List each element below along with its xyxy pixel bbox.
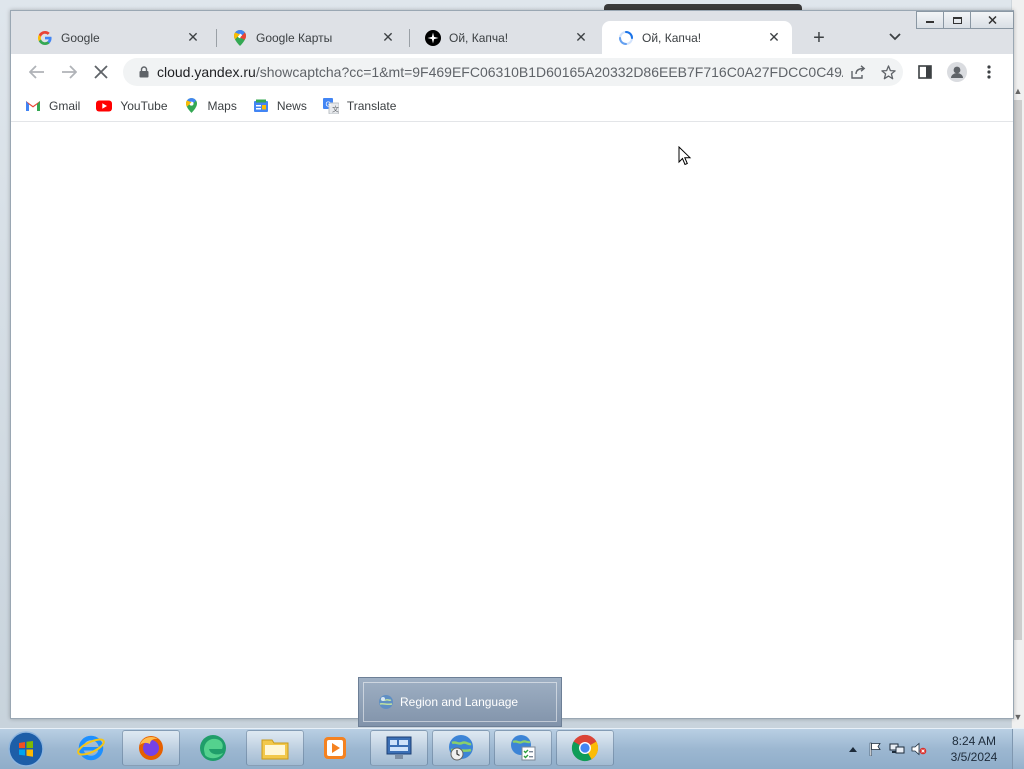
profile-avatar-icon[interactable] <box>945 60 969 84</box>
address-bar[interactable]: cloud.yandex.ru/showcaptcha?cc=1&mt=9F46… <box>123 58 903 86</box>
tab-close-icon[interactable]: ✕ <box>573 29 589 46</box>
tab-google[interactable]: Google ✕ <box>21 21 211 54</box>
taskbar-thumbnail-popup[interactable]: Region and Language <box>358 677 562 727</box>
network-icon[interactable] <box>886 739 908 759</box>
url-text[interactable]: cloud.yandex.ru/showcaptcha?cc=1&mt=9F46… <box>157 64 843 80</box>
loading-spinner-icon <box>618 30 634 46</box>
gmail-icon <box>25 98 41 114</box>
yandex-star-icon <box>425 29 441 46</box>
media-player-icon <box>324 737 346 759</box>
scrollbar-thumb[interactable] <box>1014 100 1022 640</box>
system-clock[interactable]: 8:24 AM 3/5/2024 <box>940 733 1008 765</box>
bookmark-label: YouTube <box>120 98 168 113</box>
url-path: /showcaptcha?cc=1&mt=9F469EFC06310B1D601… <box>255 64 843 80</box>
taskbar-edge[interactable] <box>184 730 242 766</box>
tab-strip: Google ✕ Google Карты ✕ Ой, Капча! ✕ Ой, <box>11 11 1014 54</box>
bookmark-star-icon[interactable] <box>873 64 903 80</box>
popup-inner: Region and Language <box>363 682 557 722</box>
maps-pin-icon <box>232 29 248 46</box>
restore-button[interactable] <box>943 11 971 29</box>
folder-icon <box>261 739 289 760</box>
bookmark-news[interactable]: News <box>253 98 307 114</box>
bookmark-gmail[interactable]: Gmail <box>25 98 80 114</box>
google-g-icon <box>37 30 53 46</box>
tab-close-icon[interactable]: ✕ <box>766 29 782 46</box>
system-tray <box>842 729 930 769</box>
chrome-window: Google ✕ Google Карты ✕ Ой, Капча! ✕ Ой, <box>10 10 1014 719</box>
side-panel-icon[interactable] <box>913 60 937 84</box>
taskbar-chrome[interactable] <box>556 730 614 766</box>
scroll-down-arrow-icon[interactable]: ▼ <box>1013 712 1023 724</box>
bookmark-label: Gmail <box>49 98 81 113</box>
windows-taskbar: 8:24 AM 3/5/2024 <box>0 728 1024 769</box>
news-icon <box>253 98 269 114</box>
globe-checklist-icon <box>511 735 536 761</box>
tab-captcha-2-active[interactable]: Ой, Капча! ✕ <box>602 21 792 54</box>
taskbar-internet-explorer[interactable] <box>62 730 120 766</box>
tab-captcha-1[interactable]: Ой, Капча! ✕ <box>409 21 599 54</box>
tab-close-icon[interactable]: ✕ <box>380 29 396 46</box>
globe-clock-icon <box>449 735 473 761</box>
browser-toolbar: cloud.yandex.ru/showcaptcha?cc=1&mt=9F46… <box>11 54 1013 90</box>
bookmark-youtube[interactable]: YouTube <box>96 98 168 114</box>
stop-loading-button[interactable] <box>89 60 113 84</box>
new-tab-button[interactable]: + <box>807 26 831 50</box>
tab-title: Ой, Капча! <box>449 30 509 45</box>
clock-time: 8:24 AM <box>951 734 997 748</box>
show-desktop-button[interactable] <box>1012 729 1024 769</box>
show-hidden-icons-arrow-icon[interactable] <box>842 739 864 759</box>
lock-icon[interactable] <box>131 66 157 78</box>
taskbar-control-panel[interactable] <box>370 730 428 766</box>
window-controls <box>916 11 1014 29</box>
forward-button[interactable] <box>57 60 81 84</box>
clock-date: 3/5/2024 <box>950 750 998 764</box>
maps-pin-icon <box>184 98 200 114</box>
taskbar-file-explorer[interactable] <box>246 730 304 766</box>
control-panel-icon <box>386 736 412 759</box>
page-content-blank[interactable] <box>11 123 1013 718</box>
bookmark-translate[interactable]: G文 Translate <box>322 97 397 114</box>
taskbar-network-tool[interactable] <box>494 730 552 766</box>
translate-icon: G文 <box>322 97 339 114</box>
taskbar-firefox[interactable] <box>122 730 180 766</box>
bookmark-maps[interactable]: Maps <box>184 98 237 114</box>
svg-text:G: G <box>325 101 330 108</box>
bookmark-label: News <box>276 98 307 113</box>
bookmark-label: Translate <box>346 98 397 113</box>
tab-title: Google Карты <box>256 30 333 45</box>
url-host: cloud.yandex.ru <box>157 64 256 80</box>
popup-title: Region and Language <box>400 695 519 709</box>
tab-google-maps[interactable]: Google Карты ✕ <box>216 21 406 54</box>
taskbar-region-language[interactable] <box>432 730 490 766</box>
svg-text:文: 文 <box>332 104 339 113</box>
internet-explorer-icon <box>77 735 105 761</box>
firefox-icon <box>139 736 163 760</box>
tab-title: Ой, Капча! <box>642 30 702 45</box>
tab-close-icon[interactable]: ✕ <box>185 29 201 46</box>
scroll-up-arrow-icon[interactable]: ▲ <box>1013 86 1023 98</box>
tab-search-chevron-icon[interactable] <box>885 27 905 47</box>
youtube-icon <box>96 98 113 114</box>
mouse-cursor-icon <box>678 145 692 171</box>
chrome-icon <box>571 734 599 762</box>
bookmarks-bar: Gmail YouTube Maps News G文 Translate <box>11 90 1013 122</box>
edge-icon <box>200 735 226 761</box>
share-icon[interactable] <box>843 65 873 79</box>
back-button[interactable] <box>25 60 49 84</box>
action-center-flag-icon[interactable] <box>864 739 886 759</box>
tab-title: Google <box>61 30 100 45</box>
start-button[interactable] <box>6 730 46 768</box>
chrome-menu-icon[interactable] <box>977 60 1001 84</box>
bookmark-label: Maps <box>207 98 237 113</box>
volume-muted-icon[interactable] <box>908 739 930 759</box>
minimize-button[interactable] <box>916 11 944 29</box>
close-window-button[interactable] <box>970 11 1014 29</box>
region-language-icon <box>378 694 394 710</box>
taskbar-media-player[interactable] <box>306 730 364 766</box>
